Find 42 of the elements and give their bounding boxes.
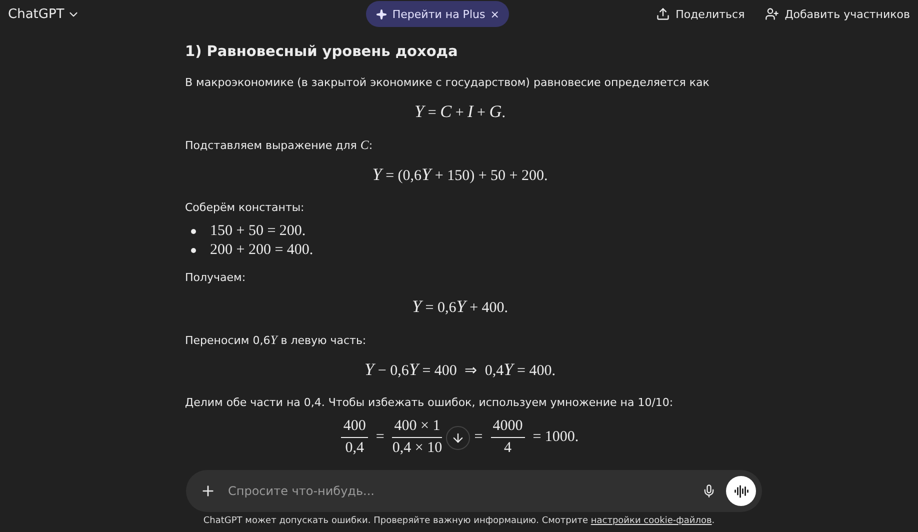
- voice-mode-button[interactable]: [726, 476, 756, 506]
- math-formula: Y = 0,6Y + 400.: [410, 297, 510, 317]
- arrow-down-icon: [451, 430, 466, 444]
- sound-wave-icon: [734, 484, 748, 498]
- paragraph: В макроэкономике (в закрытой экономике с государством) равновесие определяется как: [185, 75, 710, 91]
- numerator: 4000: [490, 418, 525, 438]
- math-formula: Y − 0,6Y = 400 ⇒ 0,4Y = 400.: [364, 360, 556, 380]
- math-formula: Y = C + I + G.: [414, 102, 506, 122]
- paragraph: Получаем:: [185, 270, 247, 286]
- scroll-down-button[interactable]: [446, 426, 470, 450]
- add-icon[interactable]: [200, 483, 216, 499]
- microphone-icon[interactable]: [702, 484, 716, 498]
- list-item: 200 + 200 = 400.: [210, 242, 314, 259]
- share-button[interactable]: Поделиться: [656, 7, 745, 21]
- denominator: 0,4 × 10: [392, 439, 442, 457]
- upgrade-button[interactable]: Перейти на Plus ×: [366, 1, 510, 27]
- denominator: 4: [504, 439, 512, 457]
- paragraph: Переносим 0,6Y в левую часть:: [185, 332, 368, 349]
- math-operator: =: [376, 429, 384, 446]
- sparkle-icon: [376, 8, 388, 20]
- bullet-icon: [191, 248, 196, 253]
- math-operator: = 1000.: [532, 429, 579, 446]
- cookie-settings-link[interactable]: настройки cookie-файлов: [590, 516, 712, 526]
- section-heading: 1) Равновесный уровень дохода: [185, 44, 459, 60]
- close-icon[interactable]: ×: [490, 8, 500, 20]
- message-field[interactable]: Спросите что-нибудь...: [186, 470, 762, 512]
- bullet-icon: [191, 229, 196, 234]
- user-plus-icon: [764, 7, 779, 21]
- list-item: 150 + 50 = 200.: [210, 223, 306, 240]
- share-icon: [656, 7, 670, 21]
- numerator: 400 × 1: [392, 418, 442, 438]
- paragraph: Соберём константы:: [185, 200, 306, 216]
- numerator: 400: [341, 418, 368, 438]
- message-input[interactable]: Спросите что-нибудь...: [226, 483, 692, 499]
- add-people-button[interactable]: Добавить участников: [764, 7, 910, 21]
- math-formula: Y = (0,6Y + 150) + 50 + 200.: [371, 165, 549, 185]
- denominator: 0,4: [345, 439, 364, 457]
- paragraph: Подставляем выражение для C:: [185, 137, 374, 154]
- paragraph: Делим обе части на 0,4. Чтобы избежать ошибок, используем умножение на 10/10:: [185, 395, 674, 411]
- disclaimer-text: ChatGPT может допускать ошибки. Проверяйте важную информацию. Смотрите настройки cookie-файлов.: [202, 516, 716, 526]
- math-operator: =: [474, 429, 483, 446]
- model-selector[interactable]: ChatGPT: [8, 6, 80, 22]
